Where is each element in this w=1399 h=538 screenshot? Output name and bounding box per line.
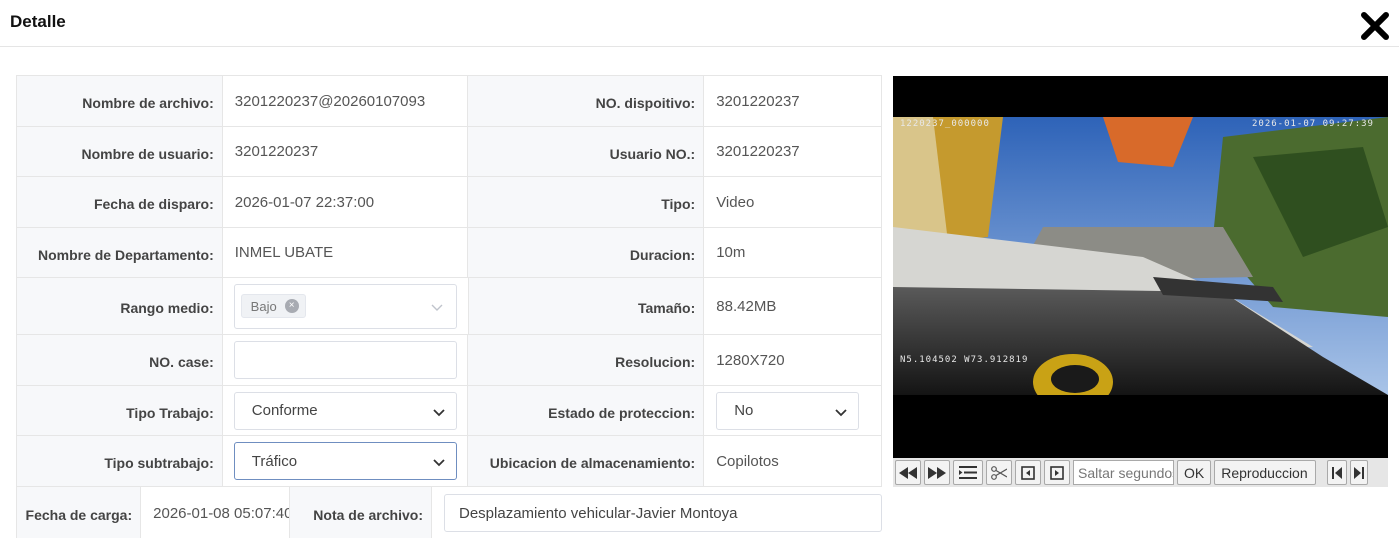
form-row: Rango medio: Bajo × Tamaño: 88.42MB: [17, 278, 882, 335]
tipo-trabajo-value: Conforme: [251, 402, 318, 419]
ok-button[interactable]: OK: [1177, 460, 1212, 485]
label-nota-archivo: Nota de archivo:: [290, 487, 432, 538]
estado-proteccion-cell: No: [704, 386, 882, 435]
previous-frame-button[interactable]: [1015, 460, 1041, 485]
previous-frame-icon: [1021, 465, 1035, 480]
dashcam-frame-image: [893, 117, 1388, 395]
value-ubicacion: Copilotos: [704, 436, 882, 486]
value-departamento: INMEL UBATE: [222, 228, 469, 277]
chevron-down-icon: [433, 459, 445, 467]
playback-button[interactable]: Reproduccion: [1214, 460, 1317, 485]
label-fecha-carga: Fecha de carga:: [17, 487, 142, 538]
chevron-down-icon: [431, 304, 443, 311]
value-nombre-usuario: 3201220237: [222, 127, 469, 176]
chevron-down-icon: [433, 408, 445, 416]
next-frame-button[interactable]: [1044, 460, 1070, 485]
label-rango-medio: Rango medio:: [17, 278, 223, 334]
fast-forward-icon: [928, 466, 946, 479]
value-tamano: 88.42MB: [704, 278, 882, 334]
rango-medio-select[interactable]: Bajo ×: [233, 283, 457, 329]
tipo-subtrabajo-cell: Tráfico: [223, 436, 469, 486]
form-row: Fecha de carga: 2026-01-08 05:07:40 Nota…: [17, 487, 882, 538]
nota-archivo-cell: Desplazamiento vehicular-Javier Montoya: [432, 487, 882, 538]
close-icon[interactable]: [1358, 9, 1392, 43]
value-duracion: 10m: [704, 228, 882, 277]
label-usuario-no: Usuario NO.:: [468, 127, 705, 176]
tipo-trabajo-cell: Conforme: [223, 386, 469, 435]
skip-to-end-button[interactable]: [1350, 460, 1369, 485]
video-player[interactable]: 1220237_000000 2026-01-07 09:27:39 N5.10…: [893, 76, 1388, 459]
value-nombre-archivo: 3201220237@20260107093: [222, 76, 469, 126]
fast-forward-button[interactable]: [924, 460, 950, 485]
value-resolucion: 1280X720: [704, 335, 882, 385]
label-tipo-subtrabajo: Tipo subtrabajo:: [17, 436, 223, 486]
osd-datetime: 2026-01-07 09:27:39: [1252, 119, 1374, 129]
nota-archivo-input[interactable]: Desplazamiento vehicular-Javier Montoya: [444, 494, 882, 532]
label-fecha-disparo: Fecha de disparo:: [17, 177, 223, 227]
form-row: Nombre de usuario: 3201220237 Usuario NO…: [17, 127, 882, 177]
rango-medio-tag: Bajo ×: [240, 294, 306, 318]
skip-to-start-button[interactable]: [1327, 460, 1348, 485]
dialog-title: Detalle: [10, 12, 66, 31]
label-ubicacion: Ubicacion de almacenamiento:: [468, 436, 705, 486]
label-nombre-usuario: Nombre de usuario:: [17, 127, 223, 176]
form-row: NO. case: Resolucion: 1280X720: [17, 335, 882, 386]
tipo-subtrabajo-select[interactable]: Tráfico: [233, 442, 457, 480]
value-fecha-carga: 2026-01-08 05:07:40: [141, 487, 291, 538]
player-controls: OK Reproduccion: [893, 458, 1388, 487]
skip-end-icon: [1354, 466, 1365, 479]
tipo-subtrabajo-value: Tráfico: [251, 452, 298, 470]
rewind-button[interactable]: [895, 460, 921, 485]
skip-start-icon: [1332, 466, 1343, 479]
seek-seconds-input[interactable]: [1073, 460, 1174, 485]
label-no-case: NO. case:: [17, 335, 223, 385]
label-resolucion: Resolucion:: [468, 335, 705, 385]
detail-form: Nombre de archivo: 3201220237@2026010709…: [16, 75, 882, 538]
label-tamano: Tamaño:: [468, 278, 705, 334]
form-row: Tipo Trabajo: Conforme Estado de protecc…: [17, 386, 882, 436]
form-row: Nombre de archivo: 3201220237@2026010709…: [17, 76, 882, 127]
form-row: Tipo subtrabajo: Tráfico Ubicacion de al…: [17, 436, 882, 487]
video-frame: [893, 117, 1388, 395]
value-no-dispositivo: 3201220237: [704, 76, 882, 126]
form-row: Nombre de Departamento: INMEL UBATE Dura…: [17, 228, 882, 278]
rango-medio-tag-label: Bajo: [250, 298, 277, 314]
value-usuario-no: 3201220237: [704, 127, 882, 176]
label-departamento: Nombre de Departamento:: [17, 228, 223, 277]
no-case-cell: [223, 335, 469, 385]
value-fecha-disparo: 2026-01-07 22:37:00: [222, 177, 469, 227]
label-no-dispositivo: NO. dispoitivo:: [468, 76, 705, 126]
scissors-icon: [991, 465, 1007, 480]
value-tipo: Video: [704, 177, 882, 227]
form-row: Fecha de disparo: 2026-01-07 22:37:00 Ti…: [17, 177, 882, 228]
osd-device-id: 1220237_000000: [900, 119, 990, 129]
playlist-button[interactable]: [953, 460, 983, 485]
estado-proteccion-value: No: [734, 402, 754, 419]
label-estado-proteccion: Estado de proteccion:: [468, 386, 705, 435]
estado-proteccion-select[interactable]: No: [716, 391, 860, 430]
label-tipo-trabajo: Tipo Trabajo:: [17, 386, 223, 435]
no-case-input[interactable]: [233, 341, 457, 379]
label-duracion: Duracion:: [468, 228, 705, 277]
tag-remove-icon[interactable]: ×: [284, 299, 299, 313]
dialog-header: Detalle: [0, 0, 1399, 47]
label-tipo: Tipo:: [468, 177, 705, 227]
clip-button[interactable]: [986, 460, 1012, 485]
label-nombre-archivo: Nombre de archivo:: [17, 76, 223, 126]
list-icon: [959, 466, 977, 479]
osd-coordinates: N5.104502 W73.912819: [900, 355, 1029, 365]
nota-archivo-value: Desplazamiento vehicular-Javier Montoya: [459, 504, 738, 522]
tipo-trabajo-select[interactable]: Conforme: [233, 391, 457, 430]
rewind-icon: [899, 466, 917, 479]
rango-medio-cell: Bajo ×: [223, 278, 469, 334]
next-frame-icon: [1050, 465, 1064, 480]
chevron-down-icon: [835, 408, 847, 416]
